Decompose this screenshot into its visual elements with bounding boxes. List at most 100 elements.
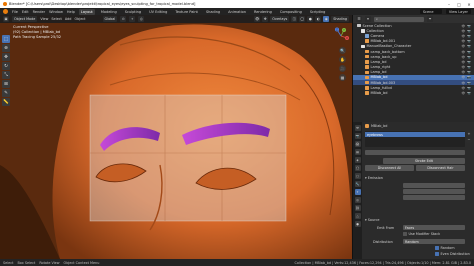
workspace-tab-animation[interactable]: Animation [226,9,248,15]
visibility-eye-icon[interactable]: 👁 [461,81,465,85]
particle-system-list[interactable]: eyebrows [365,131,465,147]
outliner-visibility-toggles[interactable]: 👁 📷 [461,86,471,90]
workspace-tab-modeling[interactable]: Modeling [99,9,119,15]
visibility-eye-icon[interactable]: 👁 [461,60,465,64]
use-modifier-stack-checkbox[interactable] [403,232,407,236]
zoom-icon[interactable]: 🔍 [339,47,346,54]
outliner-visibility-toggles[interactable]: 👁 📷 [461,91,471,95]
rotate-tool[interactable]: ↻ [2,62,10,70]
even-distribution-row[interactable]: Even Distribution [435,252,470,256]
render-camera-icon[interactable]: 📷 [467,55,471,59]
constraints-tab-icon[interactable]: ⛓ [354,205,361,211]
viewport-menu-view[interactable]: View [40,17,48,21]
outliner-visibility-toggles[interactable]: 👁 📷 [461,39,471,43]
physics-tab-icon[interactable]: ◎ [354,197,361,203]
outliner-visibility-toggles[interactable]: 👁 📷 [461,70,471,74]
wireframe-shading-icon[interactable]: ◯ [299,16,306,22]
maximize-button[interactable]: □ [454,0,464,8]
use-modifier-stack-row[interactable]: Use Modifier Stack [403,232,440,236]
source-section-header[interactable]: ▾ Source [365,218,379,222]
viewport-menu-select[interactable]: Select [51,17,61,21]
render-camera-icon[interactable]: 📷 [467,81,471,85]
cursor-tool[interactable]: ⊕ [2,44,10,52]
visibility-eye-icon[interactable]: 👁 [461,70,465,74]
workspace-tab-shading[interactable]: Shading [204,9,222,15]
viewport-menu-add[interactable]: Add [65,17,72,21]
particle-system-item[interactable]: eyebrows [365,132,465,137]
render-camera-icon[interactable]: 📷 [467,60,471,64]
segments-field[interactable] [403,195,465,200]
render-camera-icon[interactable]: 📷 [467,91,471,95]
scene-tab-icon[interactable]: ◈ [354,157,361,163]
editor-type-icon[interactable]: ▣ [3,16,9,22]
add-slot-icon[interactable]: + [466,131,472,137]
visibility-eye-icon[interactable]: 👁 [461,91,465,95]
move-tool[interactable]: ✥ [2,53,10,61]
render-camera-icon[interactable]: 📷 [467,70,471,74]
outliner-visibility-toggles[interactable]: 👁 📷 [461,55,471,59]
viewport-menu-object[interactable]: Object [74,17,85,21]
visibility-eye-icon[interactable]: 👁 [461,39,465,43]
render-camera-icon[interactable]: 📷 [467,24,471,28]
emission-number-field[interactable] [403,183,465,188]
gizmo-icon[interactable]: ✥ [262,16,269,22]
render-tab-icon[interactable]: 📷 [354,133,361,139]
modifier-tab-icon[interactable]: 🔧 [354,181,361,187]
outliner-visibility-toggles[interactable]: 👁 📷 [461,34,471,38]
menu-help[interactable]: Help [67,10,75,14]
disconnect-all-button[interactable]: Disconnect All [365,165,414,171]
hair-length-field[interactable] [403,189,465,194]
menu-window[interactable]: Window [49,10,63,14]
material-tab-icon[interactable]: ● [354,221,361,227]
filter-icon[interactable]: ⏷ [427,16,433,22]
visibility-icon[interactable]: 👁 [254,16,261,22]
visibility-eye-icon[interactable]: 👁 [461,29,465,33]
outliner-visibility-toggles[interactable]: 👁 📷 [461,24,471,28]
world-tab-icon[interactable]: ◯ [354,165,361,171]
view-layer-selector[interactable]: View Layer [445,9,471,14]
render-camera-icon[interactable]: 📷 [467,86,471,90]
material-shading-icon[interactable]: ◐ [315,16,322,22]
3d-viewport[interactable]: ▣ Object Mode View Select Add Object Glo… [0,15,352,259]
visibility-eye-icon[interactable]: 👁 [461,65,465,69]
data-tab-icon[interactable]: △ [354,213,361,219]
close-button[interactable]: ✕ [464,0,474,8]
menu-render[interactable]: Render [33,10,45,14]
outliner-search-input[interactable]: ⌕ [374,16,424,22]
visibility-eye-icon[interactable]: 👁 [461,44,465,48]
stroke-edit-button[interactable]: Stroke Edit [383,158,465,164]
tool-tab-icon[interactable]: ⚒ [354,125,361,131]
outliner-visibility-toggles[interactable]: 👁 📷 [461,44,471,48]
scene-selector[interactable]: Scene [419,9,442,14]
particle-settings-field[interactable] [365,150,465,155]
annotate-tool[interactable]: ✎ [2,89,10,97]
outliner-visibility-toggles[interactable]: 👁 📷 [461,81,471,85]
scale-tool[interactable]: ⤡ [2,71,10,79]
pivot-icon[interactable]: ⊙ [120,16,127,22]
mode-dropdown[interactable]: Object Mode [12,16,38,22]
ortho-toggle-icon[interactable]: ▦ [339,74,346,81]
visibility-eye-icon[interactable]: 👁 [461,55,465,59]
menu-edit[interactable]: Edit [22,10,29,14]
render-camera-icon[interactable]: 📷 [467,75,471,79]
visibility-eye-icon[interactable]: 👁 [461,86,465,90]
outliner-visibility-toggles[interactable]: 👁 📷 [461,75,471,79]
object-tab-icon[interactable]: ▢ [354,173,361,179]
random-row[interactable]: Random [435,246,455,250]
workspace-tab-texture-paint[interactable]: Texture Paint [173,9,200,15]
visibility-eye-icon[interactable]: 👁 [461,75,465,79]
pan-icon[interactable]: ✋ [339,56,346,63]
disconnect-hair-button[interactable]: Disconnect Hair [416,165,465,171]
outliner-visibility-toggles[interactable]: 👁 📷 [461,50,471,54]
visibility-eye-icon[interactable]: 👁 [461,50,465,54]
render-camera-icon[interactable]: 📷 [467,39,471,43]
output-tab-icon[interactable]: 🖨 [354,141,361,147]
render-camera-icon[interactable]: 📷 [467,44,471,48]
outliner-editor-icon[interactable]: ☰ [356,16,362,22]
outliner-visibility-toggles[interactable]: 👁 📷 [461,65,471,69]
rendered-shading-icon[interactable]: ◉ [323,16,330,22]
xray-icon[interactable]: ◫ [291,16,298,22]
outliner-visibility-toggles[interactable]: 👁 📷 [461,29,471,33]
overlays-dropdown[interactable]: Overlays [270,16,290,22]
measure-tool[interactable]: 📏 [2,98,10,106]
